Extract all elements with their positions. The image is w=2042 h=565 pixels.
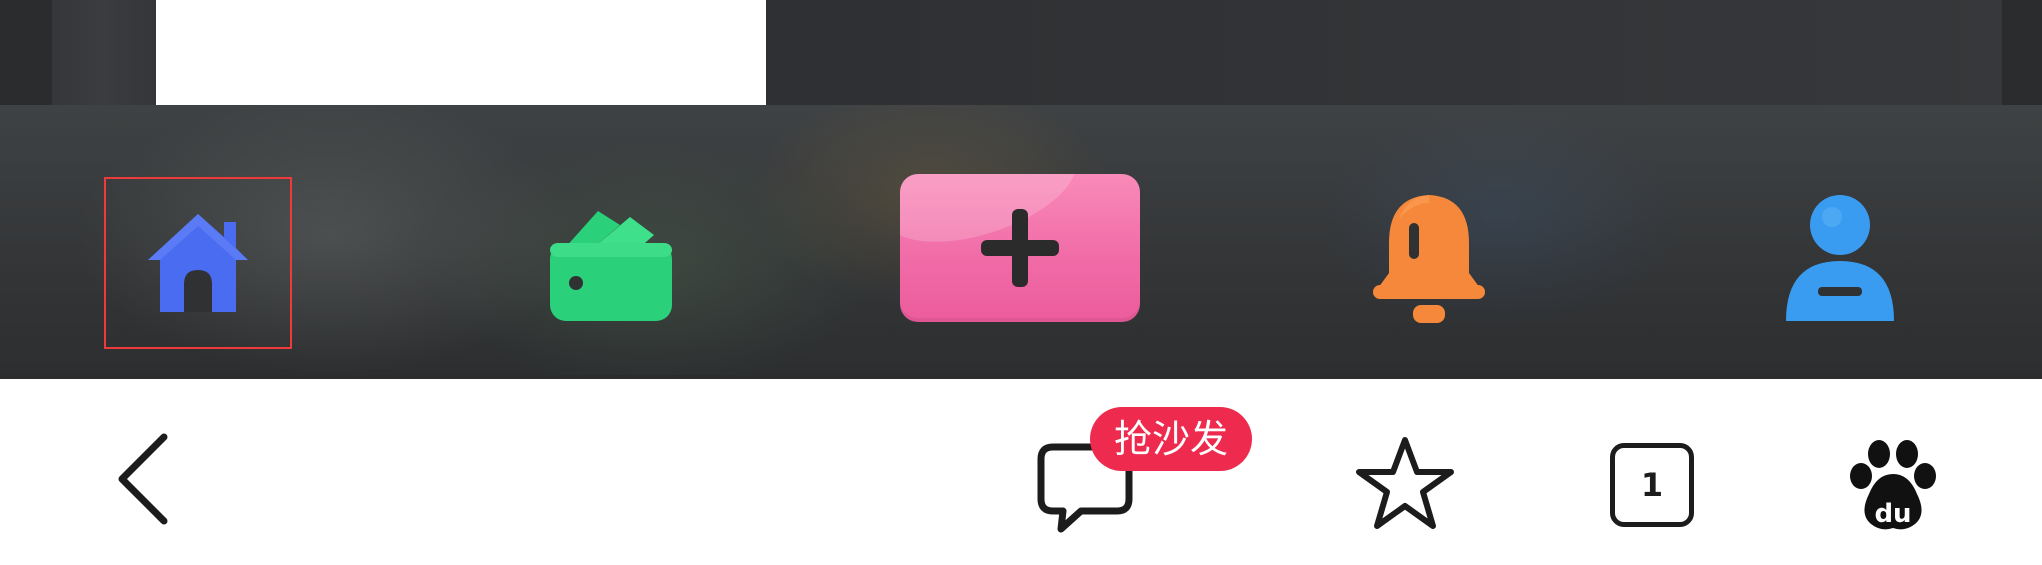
add-button[interactable] xyxy=(900,174,1140,322)
tab-count: 1 xyxy=(1640,466,1664,504)
plus-icon xyxy=(981,209,1059,287)
bell-icon xyxy=(1373,195,1485,323)
screen: 抢沙发 1 du xyxy=(0,0,2042,565)
top-white-block xyxy=(156,0,766,105)
comment-badge[interactable]: 抢沙发 xyxy=(1090,407,1253,471)
top-strip-left-edge xyxy=(0,0,52,105)
tab-profile[interactable] xyxy=(1770,171,1910,347)
browser-toolbar: 抢沙发 1 du xyxy=(0,379,2042,565)
tab-add[interactable] xyxy=(900,173,1140,323)
top-strip-right-edge xyxy=(2002,0,2042,105)
tab-notifications[interactable] xyxy=(1358,171,1500,347)
favorite-button[interactable] xyxy=(1350,429,1460,539)
star-icon xyxy=(1356,437,1454,529)
top-content-strip xyxy=(0,0,2042,105)
back-arrow-icon xyxy=(118,433,168,525)
back-button[interactable] xyxy=(100,429,190,529)
tabs-icon: 1 xyxy=(1610,443,1694,527)
baidu-paw-icon: du xyxy=(1850,440,1936,530)
baidu-du-text: du xyxy=(1874,499,1911,529)
baidu-home-button[interactable]: du xyxy=(1838,431,1948,541)
app-tab-bar xyxy=(0,105,2042,379)
wallet-icon xyxy=(550,211,672,321)
tabs-button[interactable]: 1 xyxy=(1604,437,1700,533)
tab-home[interactable] xyxy=(104,177,292,349)
home-icon xyxy=(148,214,248,312)
user-icon xyxy=(1786,195,1894,321)
tab-wallet[interactable] xyxy=(530,177,690,349)
